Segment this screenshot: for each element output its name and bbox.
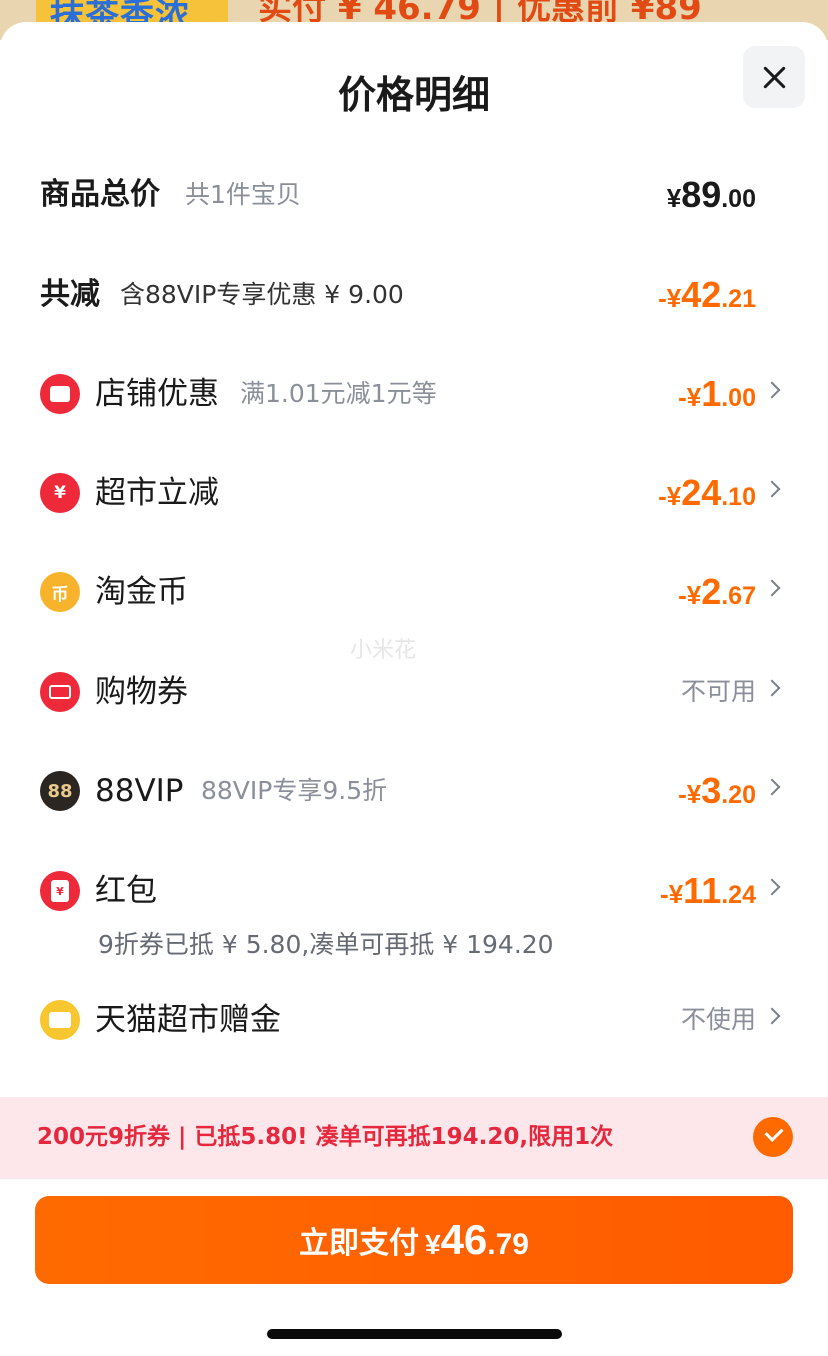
chevron-right-icon <box>763 778 781 796</box>
discount-row-coins[interactable]: 币 淘金币 -¥2.67 <box>0 562 828 622</box>
chevron-right-icon <box>763 381 781 399</box>
chevron-right-icon <box>763 1007 781 1025</box>
discount-row-store[interactable]: 店铺优惠 满1.01元减1元等 -¥1.00 <box>0 364 828 424</box>
yuan-coin-icon: ¥ <box>40 473 80 513</box>
pay-amount: ¥46.79 <box>424 1216 529 1263</box>
discount-label: 红包 <box>95 873 157 909</box>
close-button[interactable] <box>743 46 805 108</box>
pay-now-button[interactable]: 立即支付 ¥46.79 <box>35 1196 793 1284</box>
discount-label: 店铺优惠 <box>95 376 219 412</box>
vip88-icon: 88 <box>40 771 80 811</box>
discount-row-88vip[interactable]: 88 88VIP 88VIP专享9.5折 -¥3.20 <box>0 761 828 821</box>
currency-symbol: ¥ <box>666 183 682 213</box>
coupon-promo-text: 200元9折券 | 已抵5.80! 凑单可再抵194.20,限用1次 <box>37 1124 614 1150</box>
store-icon <box>40 374 80 414</box>
discount-amount: -¥24.10 <box>658 472 756 513</box>
coupon-promo-bar[interactable]: 200元9折券 | 已抵5.80! 凑单可再抵194.20,限用1次 <box>0 1097 828 1179</box>
coupon-icon <box>40 672 80 712</box>
discount-amount: -¥2.67 <box>678 571 756 612</box>
discount-row-red-envelope[interactable]: ¥ 红包 -¥11.24 <box>0 861 828 921</box>
voucher-status: 不可用 <box>680 677 756 706</box>
gift-balance-status: 不使用 <box>680 1005 756 1034</box>
discount-row-voucher[interactable]: 购物券 不可用 <box>0 662 828 722</box>
pay-button-label: 立即支付 <box>298 1226 419 1261</box>
chevron-right-icon <box>763 480 781 498</box>
discount-row-supermarket[interactable]: ¥ 超市立减 -¥24.10 <box>0 463 828 523</box>
discount-amount: -¥11.24 <box>660 870 756 911</box>
discount-amount: -¥3.20 <box>678 770 756 811</box>
vip-discount-note: 含88VIP专享优惠 ¥ 9.00 <box>120 280 404 309</box>
gold-coin-icon: 币 <box>40 572 80 612</box>
discount-label: 88VIP <box>95 773 184 809</box>
discount-amount: -¥1.00 <box>678 373 756 414</box>
chevron-right-icon <box>763 579 781 597</box>
discount-row-gift-balance[interactable]: 天猫超市赠金 不使用 <box>0 990 828 1050</box>
discount-note: 满1.01元减1元等 <box>240 379 437 408</box>
total-price-amount: ¥89.00 <box>666 174 756 215</box>
home-indicator <box>267 1329 562 1339</box>
discount-label: 超市立减 <box>95 475 219 511</box>
total-price-label: 商品总价 <box>40 177 160 212</box>
discount-note: 88VIP专享9.5折 <box>201 776 388 805</box>
total-discount-amount: -¥42.21 <box>658 274 756 315</box>
watermark: 小米花 <box>350 638 417 663</box>
red-envelope-note: 9折券已抵 ¥ 5.80,凑单可再抵 ¥ 194.20 <box>98 930 554 959</box>
chevron-right-icon <box>763 878 781 896</box>
red-envelope-icon: ¥ <box>40 871 80 911</box>
check-circle-icon[interactable] <box>753 1117 793 1157</box>
item-count: 共1件宝贝 <box>185 180 301 209</box>
chevron-right-icon <box>763 679 781 697</box>
discount-label: 淘金币 <box>95 574 188 610</box>
wallet-icon <box>40 1000 80 1040</box>
sheet-title: 价格明细 <box>337 73 490 117</box>
total-discount-label: 共减 <box>40 277 100 312</box>
discount-label: 天猫超市赠金 <box>95 1002 281 1038</box>
discount-label: 购物券 <box>95 674 188 710</box>
total-price-row: 商品总价 共1件宝贝 ¥89.00 <box>0 165 828 225</box>
total-discount-row: 共减 含88VIP专享优惠 ¥ 9.00 -¥42.21 <box>0 265 828 325</box>
